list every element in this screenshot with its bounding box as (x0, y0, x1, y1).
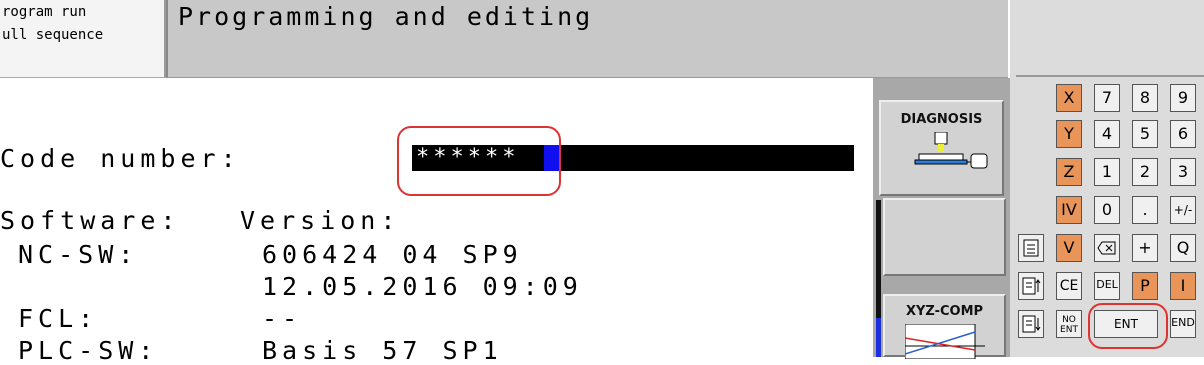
plc-sw-label: PLC-SW: (18, 336, 159, 365)
fcl-label: FCL: (18, 304, 99, 333)
key-8[interactable]: 8 (1132, 84, 1158, 112)
empty-softkey[interactable] (883, 198, 1006, 276)
axis-v-key[interactable]: V (1056, 234, 1082, 262)
control-keypad: X 7 8 9 Y 4 5 6 Z 1 2 3 IV 0 . +/- V + Q… (1010, 0, 1204, 357)
page-title: Programming and editing (178, 2, 594, 31)
backspace-icon (1097, 241, 1116, 255)
end-key[interactable]: END (1170, 310, 1196, 338)
key-2[interactable]: 2 (1132, 158, 1158, 186)
key-4[interactable]: 4 (1094, 120, 1120, 148)
softkey-bar: DIAGNOSIS XYZ-COMP (873, 78, 1010, 359)
operating-mode-tab[interactable]: rogram run ull sequence (0, 0, 166, 78)
axis-x-key[interactable]: X (1056, 84, 1082, 112)
nc-sw-label: NC-SW: (18, 240, 139, 269)
compensation-graph-icon (905, 324, 985, 359)
incremental-i-key[interactable]: I (1170, 272, 1196, 300)
diagnosis-softkey[interactable]: DIAGNOSIS (879, 100, 1004, 196)
axis-y-key[interactable]: Y (1056, 120, 1082, 148)
actual-position-key[interactable]: + (1132, 234, 1158, 262)
key-1[interactable]: 1 (1094, 158, 1120, 186)
software-label: Software: (0, 206, 181, 235)
annotation-highlight (397, 126, 561, 196)
key-9[interactable]: 9 (1170, 84, 1196, 112)
key-3[interactable]: 3 (1170, 158, 1196, 186)
delete-key[interactable]: DEL (1094, 272, 1120, 300)
page-up-icon[interactable] (1018, 272, 1044, 300)
machine-diagnosis-icon (914, 132, 988, 169)
header-title-bar: Programming and editing (166, 0, 1008, 78)
plc-sw-value: Basis 57 SP1 (262, 336, 503, 365)
key-5[interactable]: 5 (1132, 120, 1158, 148)
backspace-key[interactable] (1094, 234, 1120, 262)
q-parameter-key[interactable]: Q (1170, 234, 1196, 262)
page-down-icon[interactable] (1018, 310, 1044, 338)
no-ent-key[interactable]: NO ENT (1056, 310, 1082, 338)
key-6[interactable]: 6 (1170, 120, 1196, 148)
nc-sw-version: 606424 04 SP9 (262, 240, 523, 269)
plus-minus-key[interactable]: +/- (1170, 196, 1196, 224)
program-list-icon[interactable] (1018, 234, 1044, 262)
annotation-highlight-ent (1088, 303, 1168, 349)
xyz-comp-softkey[interactable]: XYZ-COMP (883, 294, 1006, 359)
fcl-value: -- (262, 304, 303, 333)
code-number-label: Code number: (0, 144, 241, 173)
decimal-point-key[interactable]: . (1132, 196, 1158, 224)
key-7[interactable]: 7 (1094, 84, 1120, 112)
xyz-comp-label: XYZ-COMP (905, 304, 984, 319)
main-panel: Code number: ****** Software: Version: N… (0, 78, 873, 365)
mode-label-line1: rogram run (2, 4, 87, 20)
nc-sw-date: 12.05.2016 09:09 (262, 272, 583, 301)
version-label: Version: (240, 206, 401, 235)
axis-iv-key[interactable]: IV (1056, 196, 1082, 224)
clear-entry-key[interactable]: CE (1056, 272, 1082, 300)
softkey-scroll-thumb (876, 318, 881, 357)
diagnosis-label: DIAGNOSIS (900, 112, 983, 127)
key-0[interactable]: 0 (1094, 196, 1120, 224)
polar-p-key[interactable]: P (1132, 272, 1158, 300)
mode-label-line2: ull sequence (2, 27, 104, 43)
axis-z-key[interactable]: Z (1056, 158, 1082, 186)
keypad-divider (1016, 75, 1204, 77)
